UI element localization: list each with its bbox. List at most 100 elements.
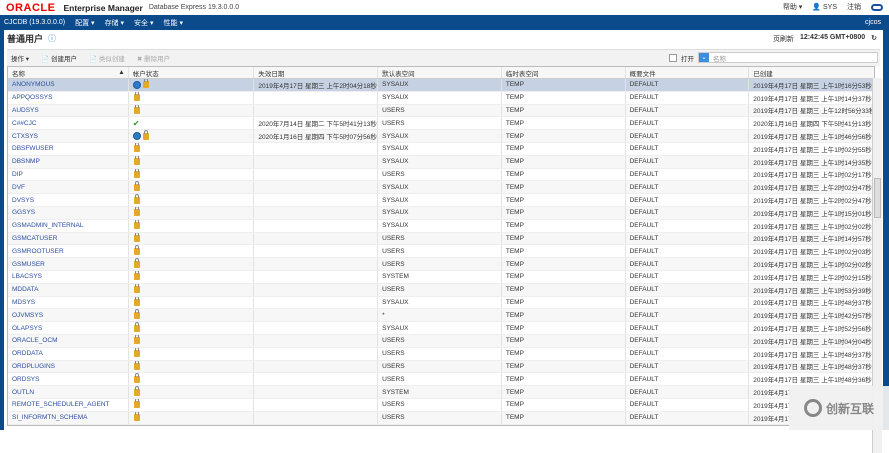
user-name-link[interactable]: ORACLE_OCM bbox=[8, 334, 129, 347]
nav-config[interactable]: 配置 ▾ bbox=[75, 18, 94, 28]
db-link[interactable]: CJCDB (19.3.0.0.0) bbox=[4, 19, 65, 26]
table-row[interactable]: GGSYS SYSAUX TEMP DEFAULT 2019年4月17日 星期三 上午1… bbox=[8, 206, 874, 220]
user-name-link[interactable]: DBSNMP bbox=[8, 155, 129, 168]
col-expiry[interactable]: 失效日期 bbox=[254, 67, 379, 78]
cell-expiry bbox=[254, 283, 379, 296]
user-name-link[interactable]: MDSYS bbox=[8, 296, 129, 309]
lock-icon bbox=[133, 347, 140, 358]
user-name-link[interactable]: APPQOSSYS bbox=[8, 91, 129, 104]
logout-link[interactable]: 注销 bbox=[847, 2, 861, 12]
cell-profile: DEFAULT bbox=[626, 309, 750, 322]
table-row[interactable]: GSMROOTUSER USERS TEMP DEFAULT 2019年4月17日 星期… bbox=[8, 245, 874, 259]
table-row[interactable]: SI_INFORMTN_SCHEMA USERS TEMP DEFAULT 2019年4… bbox=[8, 411, 874, 425]
user-name-link[interactable]: DVSYS bbox=[8, 194, 129, 206]
cell-temp: TEMP bbox=[502, 91, 626, 104]
table-row[interactable]: DBSNMP SYSAUX TEMP DEFAULT 2019年4月17日 星期三 上午… bbox=[8, 155, 874, 169]
table-row[interactable]: GSMCATUSER USERS TEMP DEFAULT 2019年4月17日 星期三… bbox=[8, 232, 874, 246]
table-row[interactable]: ORACLE_OCM USERS TEMP DEFAULT 2019年4月17日 星期三… bbox=[8, 334, 874, 348]
user-name-link[interactable]: ORDSYS bbox=[8, 373, 129, 386]
user-name-link[interactable]: ORDDATA bbox=[8, 347, 129, 360]
search-input[interactable]: ⌄ 名称 bbox=[698, 52, 878, 63]
product-name: Enterprise Manager bbox=[63, 2, 143, 13]
user-name-link[interactable]: GSMCATUSER bbox=[8, 232, 129, 245]
user-name-link[interactable]: SI_INFORMTN_SCHEMA bbox=[8, 411, 129, 424]
col-profile[interactable]: 概要文件 bbox=[626, 67, 750, 78]
col-name[interactable]: 名称 ▲ bbox=[8, 67, 129, 78]
nav-performance[interactable]: 性能 ▾ bbox=[164, 18, 183, 28]
table-row[interactable]: ORDSYS USERS TEMP DEFAULT 2019年4月17日 星期三 上午1… bbox=[8, 373, 874, 387]
table-row[interactable]: REMOTE_SCHEDULER_AGENT USERS TEMP DEFAULT 20… bbox=[8, 398, 874, 412]
info-icon[interactable]: ⓘ bbox=[48, 33, 56, 44]
user-menu[interactable]: 👤 SYS bbox=[812, 3, 837, 11]
user-name-link[interactable]: REMOTE_SCHEDULER_AGENT bbox=[8, 398, 129, 411]
create-user-button[interactable]: 📄 创建用户 bbox=[41, 53, 77, 63]
refresh-icon[interactable]: ↻ bbox=[871, 34, 877, 44]
cell-ts: SYSAUX bbox=[378, 219, 502, 232]
cell-temp: TEMP bbox=[502, 245, 626, 258]
col-default-ts[interactable]: 默认表空间 bbox=[378, 67, 502, 78]
user-name-link[interactable]: LBACSYS bbox=[8, 270, 129, 283]
table-row[interactable]: MDSYS SYSAUX TEMP DEFAULT 2019年4月17日 星期三 上午1… bbox=[8, 296, 874, 310]
user-name-link[interactable]: GSMUSER bbox=[8, 258, 129, 270]
lock-icon bbox=[133, 322, 140, 332]
cell-expiry: 2020年1月16日 星期四 下午5时07分56秒* bbox=[254, 130, 379, 142]
col-status[interactable]: 帐户状态 bbox=[129, 67, 255, 78]
user-name-link[interactable]: DIP bbox=[8, 168, 129, 181]
table-row[interactable]: APPQOSSYS SYSAUX TEMP DEFAULT 2019年4月17日 星期三… bbox=[8, 91, 874, 105]
table-row[interactable]: ORDDATA USERS TEMP DEFAULT 2019年4月17日 星期三 上午… bbox=[8, 347, 874, 361]
cell-expiry bbox=[254, 334, 379, 347]
table-row[interactable]: MDDATA USERS TEMP DEFAULT 2019年4月17日 星期三 上午1… bbox=[8, 283, 874, 297]
table-row[interactable]: DVF SYSAUX TEMP DEFAULT 2019年4月17日 星期三 上午2时0… bbox=[8, 181, 874, 195]
nav-security[interactable]: 安全 ▾ bbox=[134, 18, 153, 28]
table-row[interactable]: LBACSYS SYSTEM TEMP DEFAULT 2019年4月17日 星期三 上… bbox=[8, 270, 874, 284]
table-row[interactable]: CTXSYS 2020年1月16日 星期四 下午5时07分56秒* SYSAUX TE… bbox=[8, 130, 874, 143]
cell-created: 2019年4月17日 星期三 上午2时02分47秒 bbox=[753, 185, 872, 193]
user-name-link[interactable]: AUDSYS bbox=[8, 104, 129, 117]
table-row[interactable]: C##CJC ✔ 2020年7月14日 星期二 下午5时41分13秒* USERS TE… bbox=[8, 117, 874, 131]
table-row[interactable]: OLAPSYS SYSAUX TEMP DEFAULT 2019年4月17日 星期三 上… bbox=[8, 322, 874, 335]
table-row[interactable]: OUTLN SYSTEM TEMP DEFAULT 2019年4月17 bbox=[8, 386, 874, 399]
nav-storage[interactable]: 存储 ▾ bbox=[105, 18, 124, 28]
user-name-link[interactable]: GSMROOTUSER bbox=[8, 245, 129, 258]
table-row[interactable]: DIP USERS TEMP DEFAULT 2019年4月17日 星期三 上午1时02… bbox=[8, 168, 874, 182]
user-name-link[interactable]: CTXSYS bbox=[8, 130, 129, 142]
account-status bbox=[129, 232, 255, 245]
user-name-link[interactable]: ORDPLUGINS bbox=[8, 360, 129, 373]
user-name-link[interactable]: DBSFWUSER bbox=[8, 142, 129, 155]
user-name-link[interactable]: MDDATA bbox=[8, 283, 129, 296]
open-checkbox[interactable] bbox=[669, 53, 677, 62]
user-name-link[interactable]: C##CJC bbox=[8, 117, 129, 130]
user-name-link[interactable]: GSMADMIN_INTERNAL bbox=[8, 219, 129, 232]
col-created[interactable]: 已创建 bbox=[749, 67, 874, 78]
account-status bbox=[129, 386, 255, 398]
account-status bbox=[129, 206, 255, 219]
user-name-link[interactable]: OUTLN bbox=[8, 386, 129, 398]
cell-profile: DEFAULT bbox=[626, 245, 750, 258]
user-name-link[interactable]: OJVMSYS bbox=[8, 309, 129, 322]
table-row[interactable]: DVSYS SYSAUX TEMP DEFAULT 2019年4月17日 星期三 上午2… bbox=[8, 194, 874, 207]
search-dropdown-icon[interactable]: ⌄ bbox=[699, 53, 709, 62]
cell-ts: SYSAUX bbox=[378, 296, 502, 309]
user-name-link[interactable]: ANONYMOUS bbox=[8, 79, 129, 91]
cell-temp: TEMP bbox=[502, 232, 626, 245]
delete-user-button[interactable]: ✖ 删除用户 bbox=[137, 53, 170, 63]
actions-menu[interactable]: 操作 ▾ bbox=[11, 53, 29, 63]
col-temp-ts[interactable]: 临时表空间 bbox=[502, 67, 626, 78]
table-row[interactable]: OJVMSYS * TEMP DEFAULT 2019年4月17日 星期三 上午1时42… bbox=[8, 309, 874, 323]
user-name-link[interactable]: OLAPSYS bbox=[8, 322, 129, 334]
user-name-link[interactable]: DVF bbox=[8, 181, 129, 194]
cell-created: 2019年4月17日 星期三 上午1时14分35秒 bbox=[753, 159, 872, 167]
table-row[interactable]: AUDSYS USERS TEMP DEFAULT 2019年4月17日 星期三 上午1… bbox=[8, 104, 874, 118]
scroll-thumb[interactable] bbox=[874, 178, 881, 218]
table-row[interactable]: ANONYMOUS 2019年4月17日 星期三 上午2时04分18秒 SYSAUX… bbox=[8, 79, 874, 92]
cell-created: 2019年4月17日 星期三 上午1时46分56秒 bbox=[753, 134, 872, 142]
create-like-button[interactable]: 📄 类似创建 bbox=[89, 53, 125, 63]
user-name-link[interactable]: GGSYS bbox=[8, 206, 129, 219]
table-row[interactable]: GSMUSER USERS TEMP DEFAULT 2019年4月17日 星期三 上午… bbox=[8, 258, 874, 271]
cell-ts: USERS bbox=[378, 104, 502, 117]
cell-created: 2019年4月17日 星期三 上午1时16分53秒 bbox=[753, 82, 872, 90]
help-menu[interactable]: 帮助 ▾ bbox=[783, 2, 802, 12]
table-row[interactable]: DBSFWUSER SYSAUX TEMP DEFAULT 2019年4月17日 星期三… bbox=[8, 142, 874, 156]
table-row[interactable]: GSMADMIN_INTERNAL SYSAUX TEMP DEFAULT 2019年4… bbox=[8, 219, 874, 233]
table-row[interactable]: ORDPLUGINS USERS TEMP DEFAULT 2019年4月17日 星期三… bbox=[8, 360, 874, 374]
